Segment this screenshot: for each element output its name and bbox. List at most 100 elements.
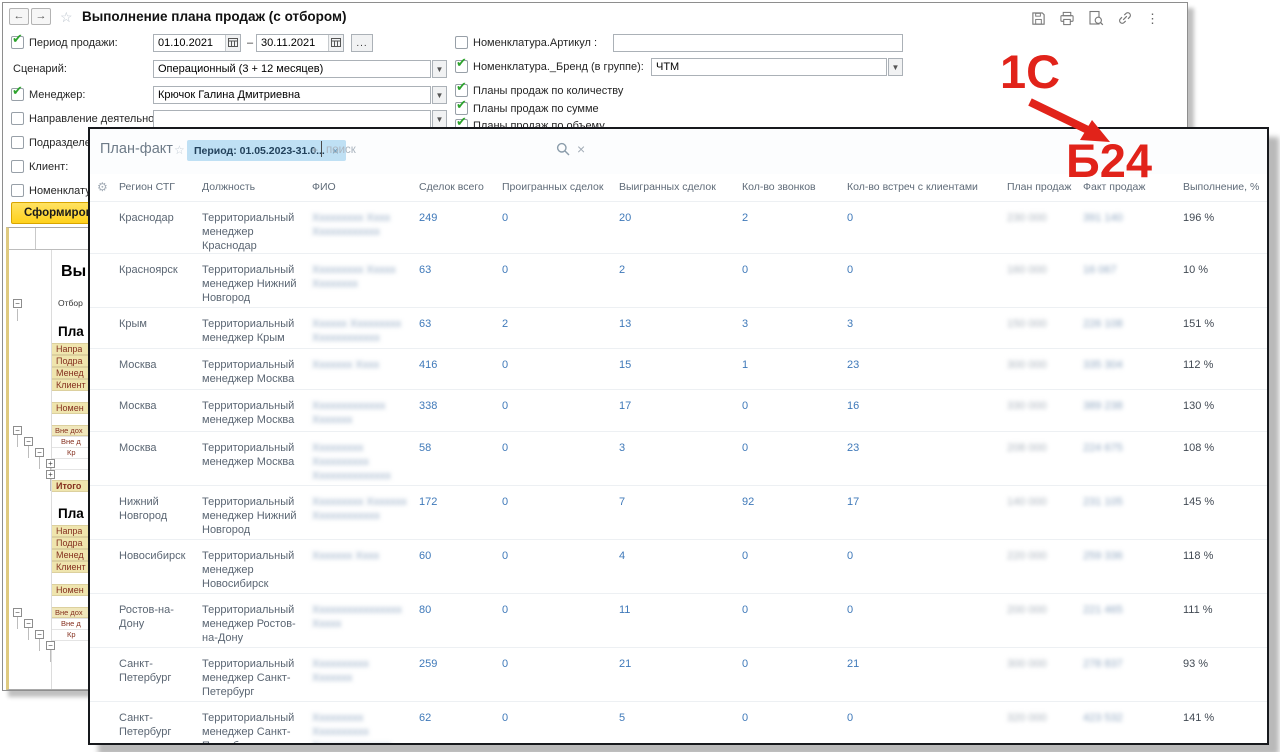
lost-deals-link[interactable]: 0 [502,593,619,647]
calls-count-link[interactable]: 92 [742,485,847,539]
meetings-count-link[interactable]: 21 [847,647,1007,701]
fio-cell[interactable]: ХххххххххххxхХхххххх [312,389,419,431]
won-deals-link[interactable]: 7 [619,485,742,539]
lost-deals-link[interactable]: 0 [502,253,619,307]
fio-cell[interactable]: ХхххххххххХхххххх [312,647,419,701]
meetings-count-link[interactable]: 16 [847,389,1007,431]
table-row[interactable]: КрымТерриториальный менеджер КрымХххххх … [90,307,1267,348]
meetings-count-link[interactable]: 0 [847,701,1007,745]
save-icon[interactable] [1031,11,1046,26]
fio-cell[interactable]: ХххххххххХхххххххххХххххххххххххх [312,431,419,485]
deals-total-link[interactable]: 62 [419,701,502,745]
fact-masked-cell[interactable]: 226 108 [1083,307,1183,348]
calendar-button[interactable] [225,35,240,51]
search-input[interactable]: поиск [326,144,356,156]
lost-deals-link[interactable]: 0 [502,485,619,539]
period-more-button[interactable]: ... [351,34,373,52]
table-row[interactable]: Санкт-ПетербургТерриториальный менеджер … [90,701,1267,745]
deals-total-link[interactable]: 63 [419,307,502,348]
fact-masked-cell[interactable]: 423 532 [1083,701,1183,745]
combo-input[interactable]: Крючок Галина Дмитриевна [153,86,431,104]
copy-link-icon[interactable] [1117,10,1133,26]
date-to-input[interactable]: 30.11.2021 [256,34,344,52]
expand-toggle-icon[interactable]: + [46,459,55,468]
collapse-toggle-icon[interactable]: − [13,426,22,435]
won-deals-link[interactable]: 3 [619,431,742,485]
lost-deals-link[interactable]: 0 [502,201,619,253]
text-input[interactable] [613,34,903,52]
grid-favorite-star-icon[interactable]: ☆ [174,143,185,157]
meetings-count-link[interactable]: 23 [847,348,1007,389]
calls-count-link[interactable]: 0 [742,647,847,701]
fio-cell[interactable]: Ххххххххх ХххххХххххххх [312,253,419,307]
meetings-count-link[interactable]: 23 [847,431,1007,485]
won-deals-link[interactable]: 21 [619,647,742,701]
meetings-count-link[interactable]: 17 [847,485,1007,539]
meetings-count-link[interactable]: 0 [847,253,1007,307]
combo-input[interactable]: ЧТМ [651,58,887,76]
won-deals-link[interactable]: 17 [619,389,742,431]
calls-count-link[interactable]: 3 [742,307,847,348]
fact-masked-cell[interactable]: 278 837 [1083,647,1183,701]
collapse-toggle-icon[interactable]: − [35,630,44,639]
fio-cell[interactable]: Хххххх ХххххххххХххххххххххх [312,307,419,348]
search-icon[interactable] [556,142,570,156]
meetings-count-link[interactable]: 0 [847,539,1007,593]
more-menu-icon[interactable]: ⋮ [1146,11,1159,26]
fact-masked-cell[interactable]: 389 238 [1083,389,1183,431]
fact-masked-cell[interactable]: 221 465 [1083,593,1183,647]
combo-input[interactable]: Операционный (3 + 12 месяцев) [153,60,431,78]
collapse-toggle-icon[interactable]: − [13,299,22,308]
won-deals-link[interactable]: 5 [619,701,742,745]
deals-total-link[interactable]: 58 [419,431,502,485]
lost-deals-link[interactable]: 0 [502,348,619,389]
calls-count-link[interactable]: 0 [742,539,847,593]
fio-cell[interactable]: Ххххххх Хххх [312,348,419,389]
deals-total-link[interactable]: 172 [419,485,502,539]
checkbox-checked[interactable]: ✔ [11,88,24,101]
combo-dropdown-button[interactable]: ▼ [432,60,447,78]
checkbox-checked[interactable]: ✔ [11,36,24,49]
calls-count-link[interactable]: 1 [742,348,847,389]
combo-input[interactable] [153,110,431,128]
collapse-toggle-icon[interactable]: − [35,448,44,457]
table-row[interactable]: Санкт-ПетербургТерриториальный менеджер … [90,647,1267,701]
deals-total-link[interactable]: 338 [419,389,502,431]
search-clear-icon[interactable]: × [577,141,585,157]
deals-total-link[interactable]: 60 [419,539,502,593]
combo-dropdown-button[interactable]: ▼ [888,58,903,76]
checkbox-unchecked[interactable] [11,112,24,125]
lost-deals-link[interactable]: 0 [502,647,619,701]
fio-cell[interactable]: Ххххххххх ХххххххХххххххххххх [312,485,419,539]
won-deals-link[interactable]: 4 [619,539,742,593]
back-button[interactable]: ← [9,8,29,25]
calendar-button[interactable] [328,35,343,51]
meetings-count-link[interactable]: 0 [847,593,1007,647]
lost-deals-link[interactable]: 2 [502,307,619,348]
won-deals-link[interactable]: 20 [619,201,742,253]
print-icon[interactable] [1059,11,1075,26]
checkbox-unchecked[interactable] [11,160,24,173]
won-deals-link[interactable]: 13 [619,307,742,348]
calendar-icon[interactable] [228,34,238,52]
won-deals-link[interactable]: 2 [619,253,742,307]
meetings-count-link[interactable]: 3 [847,307,1007,348]
fact-masked-cell[interactable]: 16 067 [1083,253,1183,307]
collapse-toggle-icon[interactable]: − [24,619,33,628]
lost-deals-link[interactable]: 0 [502,431,619,485]
calls-count-link[interactable]: 0 [742,431,847,485]
fact-masked-cell[interactable]: 224 675 [1083,431,1183,485]
checkbox-unchecked[interactable] [455,36,468,49]
settings-gear-icon[interactable]: ⚙ [90,174,119,201]
checkbox-unchecked[interactable] [11,136,24,149]
combo-dropdown-button[interactable]: ▼ [432,86,447,104]
table-row[interactable]: КрасноярскТерриториальный менеджер Нижни… [90,253,1267,307]
won-deals-link[interactable]: 15 [619,348,742,389]
deals-total-link[interactable]: 63 [419,253,502,307]
table-row[interactable]: Ростов-на-ДонуТерриториальный менеджер Р… [90,593,1267,647]
lost-deals-link[interactable]: 0 [502,701,619,745]
checkbox-checked[interactable]: ✔ [455,84,468,97]
meetings-count-link[interactable]: 0 [847,201,1007,253]
calls-count-link[interactable]: 2 [742,201,847,253]
collapse-toggle-icon[interactable]: − [24,437,33,446]
